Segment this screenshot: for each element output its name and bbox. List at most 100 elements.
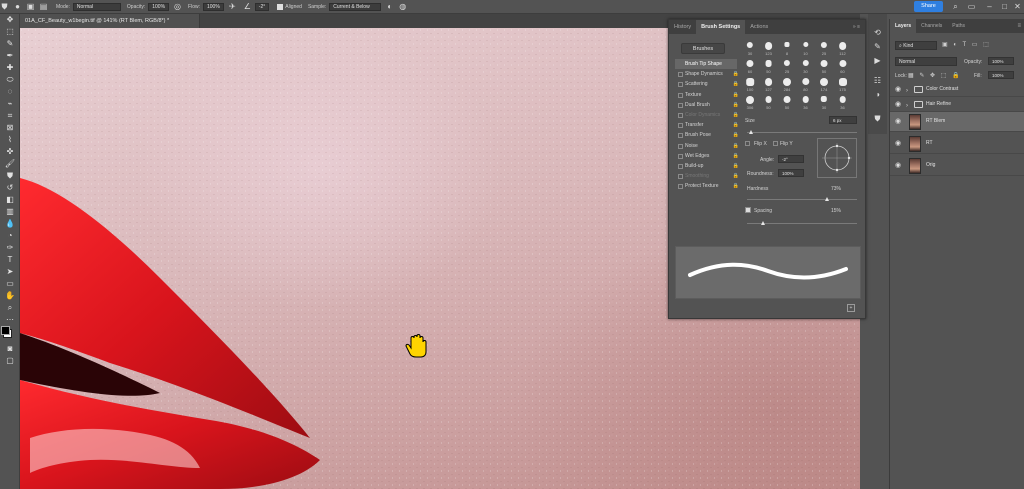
ignore-adjustment-layers-icon[interactable]: ◐ [385, 2, 394, 11]
brush-tip-preset[interactable]: 10 [799, 42, 813, 57]
brush-settings-toggle-icon[interactable]: ▣ [26, 2, 35, 11]
brush-tip-preset[interactable]: 50 [762, 96, 776, 111]
rectangle-icon[interactable]: ▭ [3, 279, 17, 289]
marquee-icon[interactable]: ⬭ [3, 75, 17, 85]
brush-tip-preset[interactable]: 30 [743, 42, 757, 57]
blend-mode-dropdown[interactable]: Normal [895, 57, 957, 66]
brush-tip-preset[interactable]: 60 [836, 60, 850, 75]
brush-option-checkbox[interactable] [678, 143, 683, 149]
visibility-eye-icon[interactable]: ◉ [895, 86, 901, 93]
brush-option-scattering[interactable]: Scattering 🔒 [675, 79, 739, 89]
lasso-icon[interactable]: ◌ [3, 87, 17, 97]
brush-option-wet-edges[interactable]: Wet Edges 🔒 [675, 151, 739, 161]
tab-paths[interactable]: Paths [947, 19, 970, 33]
brush-option-checkbox[interactable] [678, 112, 683, 118]
pressure-opacity-icon[interactable]: ◎ [173, 2, 182, 11]
flow-field[interactable]: 100% [203, 2, 224, 11]
brushes-button[interactable]: Brushes [681, 43, 725, 54]
brush-icon[interactable]: ✎ [3, 39, 17, 49]
lock-icons[interactable]: ▦ ✎ ✥ ⬚ 🔒 [908, 72, 962, 79]
roundness-field[interactable]: 100% [778, 169, 804, 177]
layer-filter-icons[interactable]: ▣ ◐ T ▭ ⬚ [942, 41, 991, 48]
new-brush-icon[interactable]: + [847, 304, 855, 312]
brush-tip-preset[interactable]: 112 [836, 42, 850, 57]
brush-option-checkbox[interactable] [678, 82, 683, 88]
chevron-right-icon[interactable]: › [906, 103, 908, 109]
visibility-eye-icon[interactable]: ◉ [895, 162, 901, 169]
panel-collapse-icon[interactable]: » ≡ [853, 20, 865, 34]
type-icon[interactable]: T [3, 255, 17, 265]
frame-icon[interactable]: ⊠ [3, 123, 17, 133]
move-icon[interactable]: ✥ [3, 15, 17, 25]
layer-row[interactable]: ◉ › Hair Refine [890, 97, 1024, 112]
brush-tip-preset[interactable]: 50 [780, 96, 794, 111]
eyedropper-icon[interactable]: ⌇ [3, 135, 17, 145]
quick-select-icon[interactable]: ⌁ [3, 99, 17, 109]
brush-tip-preset[interactable]: 30 [799, 60, 813, 75]
workspace-icon[interactable]: ▭ [967, 2, 976, 11]
eraser-icon[interactable]: ◧ [3, 195, 17, 205]
brush-option-shape-dynamics[interactable]: Shape Dynamics 🔒 [675, 69, 739, 79]
history-brush-icon[interactable]: ↺ [3, 183, 17, 193]
size-slider-track[interactable] [747, 132, 857, 133]
crop-icon[interactable]: ⌗ [3, 111, 17, 121]
layer-row[interactable]: ◉ › Color Contrast [890, 82, 1024, 97]
adjustments-panel-icon[interactable]: ◑ [872, 90, 883, 100]
hand-icon[interactable]: ✋ [3, 291, 17, 301]
brush-tool-icon[interactable]: 🖌 [3, 159, 17, 169]
fill-field[interactable]: 100% [988, 71, 1014, 79]
opacity-field[interactable]: 100% [148, 2, 170, 11]
size-slider-thumb[interactable] [749, 130, 753, 134]
visibility-eye-icon[interactable]: ◉ [895, 101, 901, 108]
brush-tip-preset[interactable]: 174 [817, 78, 831, 93]
brush-option-noise[interactable]: Noise 🔒 [675, 141, 739, 151]
mode-dropdown[interactable]: Normal [72, 2, 121, 11]
layer-row[interactable]: ◉ RT [890, 134, 1024, 154]
brush-tip-preset[interactable]: 30 [817, 96, 831, 111]
lock-icon[interactable]: 🔒 [733, 100, 739, 110]
pressure-size-icon[interactable]: ◍ [398, 2, 407, 11]
brush-tip-preset[interactable]: 50 [817, 60, 831, 75]
angle-roundness-widget[interactable] [817, 138, 857, 178]
lock-icon[interactable]: 🔒 [733, 130, 739, 140]
brush-tip-preset[interactable]: 100 [743, 78, 757, 93]
size-field[interactable]: 6 px [829, 116, 857, 124]
lock-icon[interactable]: 🔒 [733, 120, 739, 130]
close-icon[interactable]: ✕ [1013, 2, 1022, 11]
brush-option-color-dynamics[interactable]: Color Dynamics 🔒 [675, 110, 739, 120]
pen-icon[interactable]: ✒ [3, 51, 17, 61]
maximize-icon[interactable]: □ [1000, 2, 1009, 11]
hardness-slider-track[interactable] [747, 199, 857, 200]
search-icon[interactable]: ⌕ [951, 2, 960, 11]
spacing-checkbox[interactable] [745, 207, 751, 213]
brush-tip-preset[interactable]: 123 [762, 42, 776, 57]
brush-tip-preset[interactable]: 36 [836, 96, 850, 111]
brush-option-checkbox[interactable] [678, 163, 683, 169]
clone-stamp-tool-icon[interactable]: ⛊ [0, 2, 9, 11]
sample-dropdown[interactable]: Current & Below [329, 2, 382, 11]
lock-icon[interactable]: 🔒 [733, 90, 739, 100]
share-button[interactable]: Share [914, 1, 943, 12]
brush-tip-preset[interactable]: 60 [743, 60, 757, 75]
history-panel-icon[interactable]: ⟲ [872, 28, 883, 38]
properties-panel-icon[interactable]: ☷ [872, 76, 883, 86]
hardness-value[interactable]: 73% [831, 186, 841, 192]
clone-source-icon[interactable]: ▤ [39, 2, 48, 11]
zoom-icon[interactable]: ⌕ [3, 303, 17, 313]
layer-row[interactable]: ◉ RT Blem [890, 112, 1024, 132]
angle-field[interactable]: -2° [254, 2, 270, 11]
brush-tip-preset[interactable]: 306 [743, 96, 757, 111]
chevron-right-icon[interactable]: › [906, 88, 908, 94]
actions-panel-icon[interactable]: ▶ [872, 56, 883, 66]
clone-stamp-icon[interactable]: ⛊ [3, 171, 17, 181]
lock-icon[interactable]: 🔒 [733, 69, 739, 79]
tab-layers[interactable]: Layers [890, 19, 917, 33]
aligned-checkbox[interactable] [277, 3, 284, 10]
lock-icon[interactable]: 🔒 [733, 181, 739, 191]
brush-tip-preset[interactable]: 50 [762, 60, 776, 75]
tab-history[interactable]: History [669, 20, 696, 34]
pen-tool-icon[interactable]: ✑ [3, 243, 17, 253]
brush-option-checkbox[interactable] [678, 184, 683, 190]
lock-icon[interactable]: 🔒 [733, 79, 739, 89]
brush-option-transfer[interactable]: Transfer 🔒 [675, 120, 739, 130]
